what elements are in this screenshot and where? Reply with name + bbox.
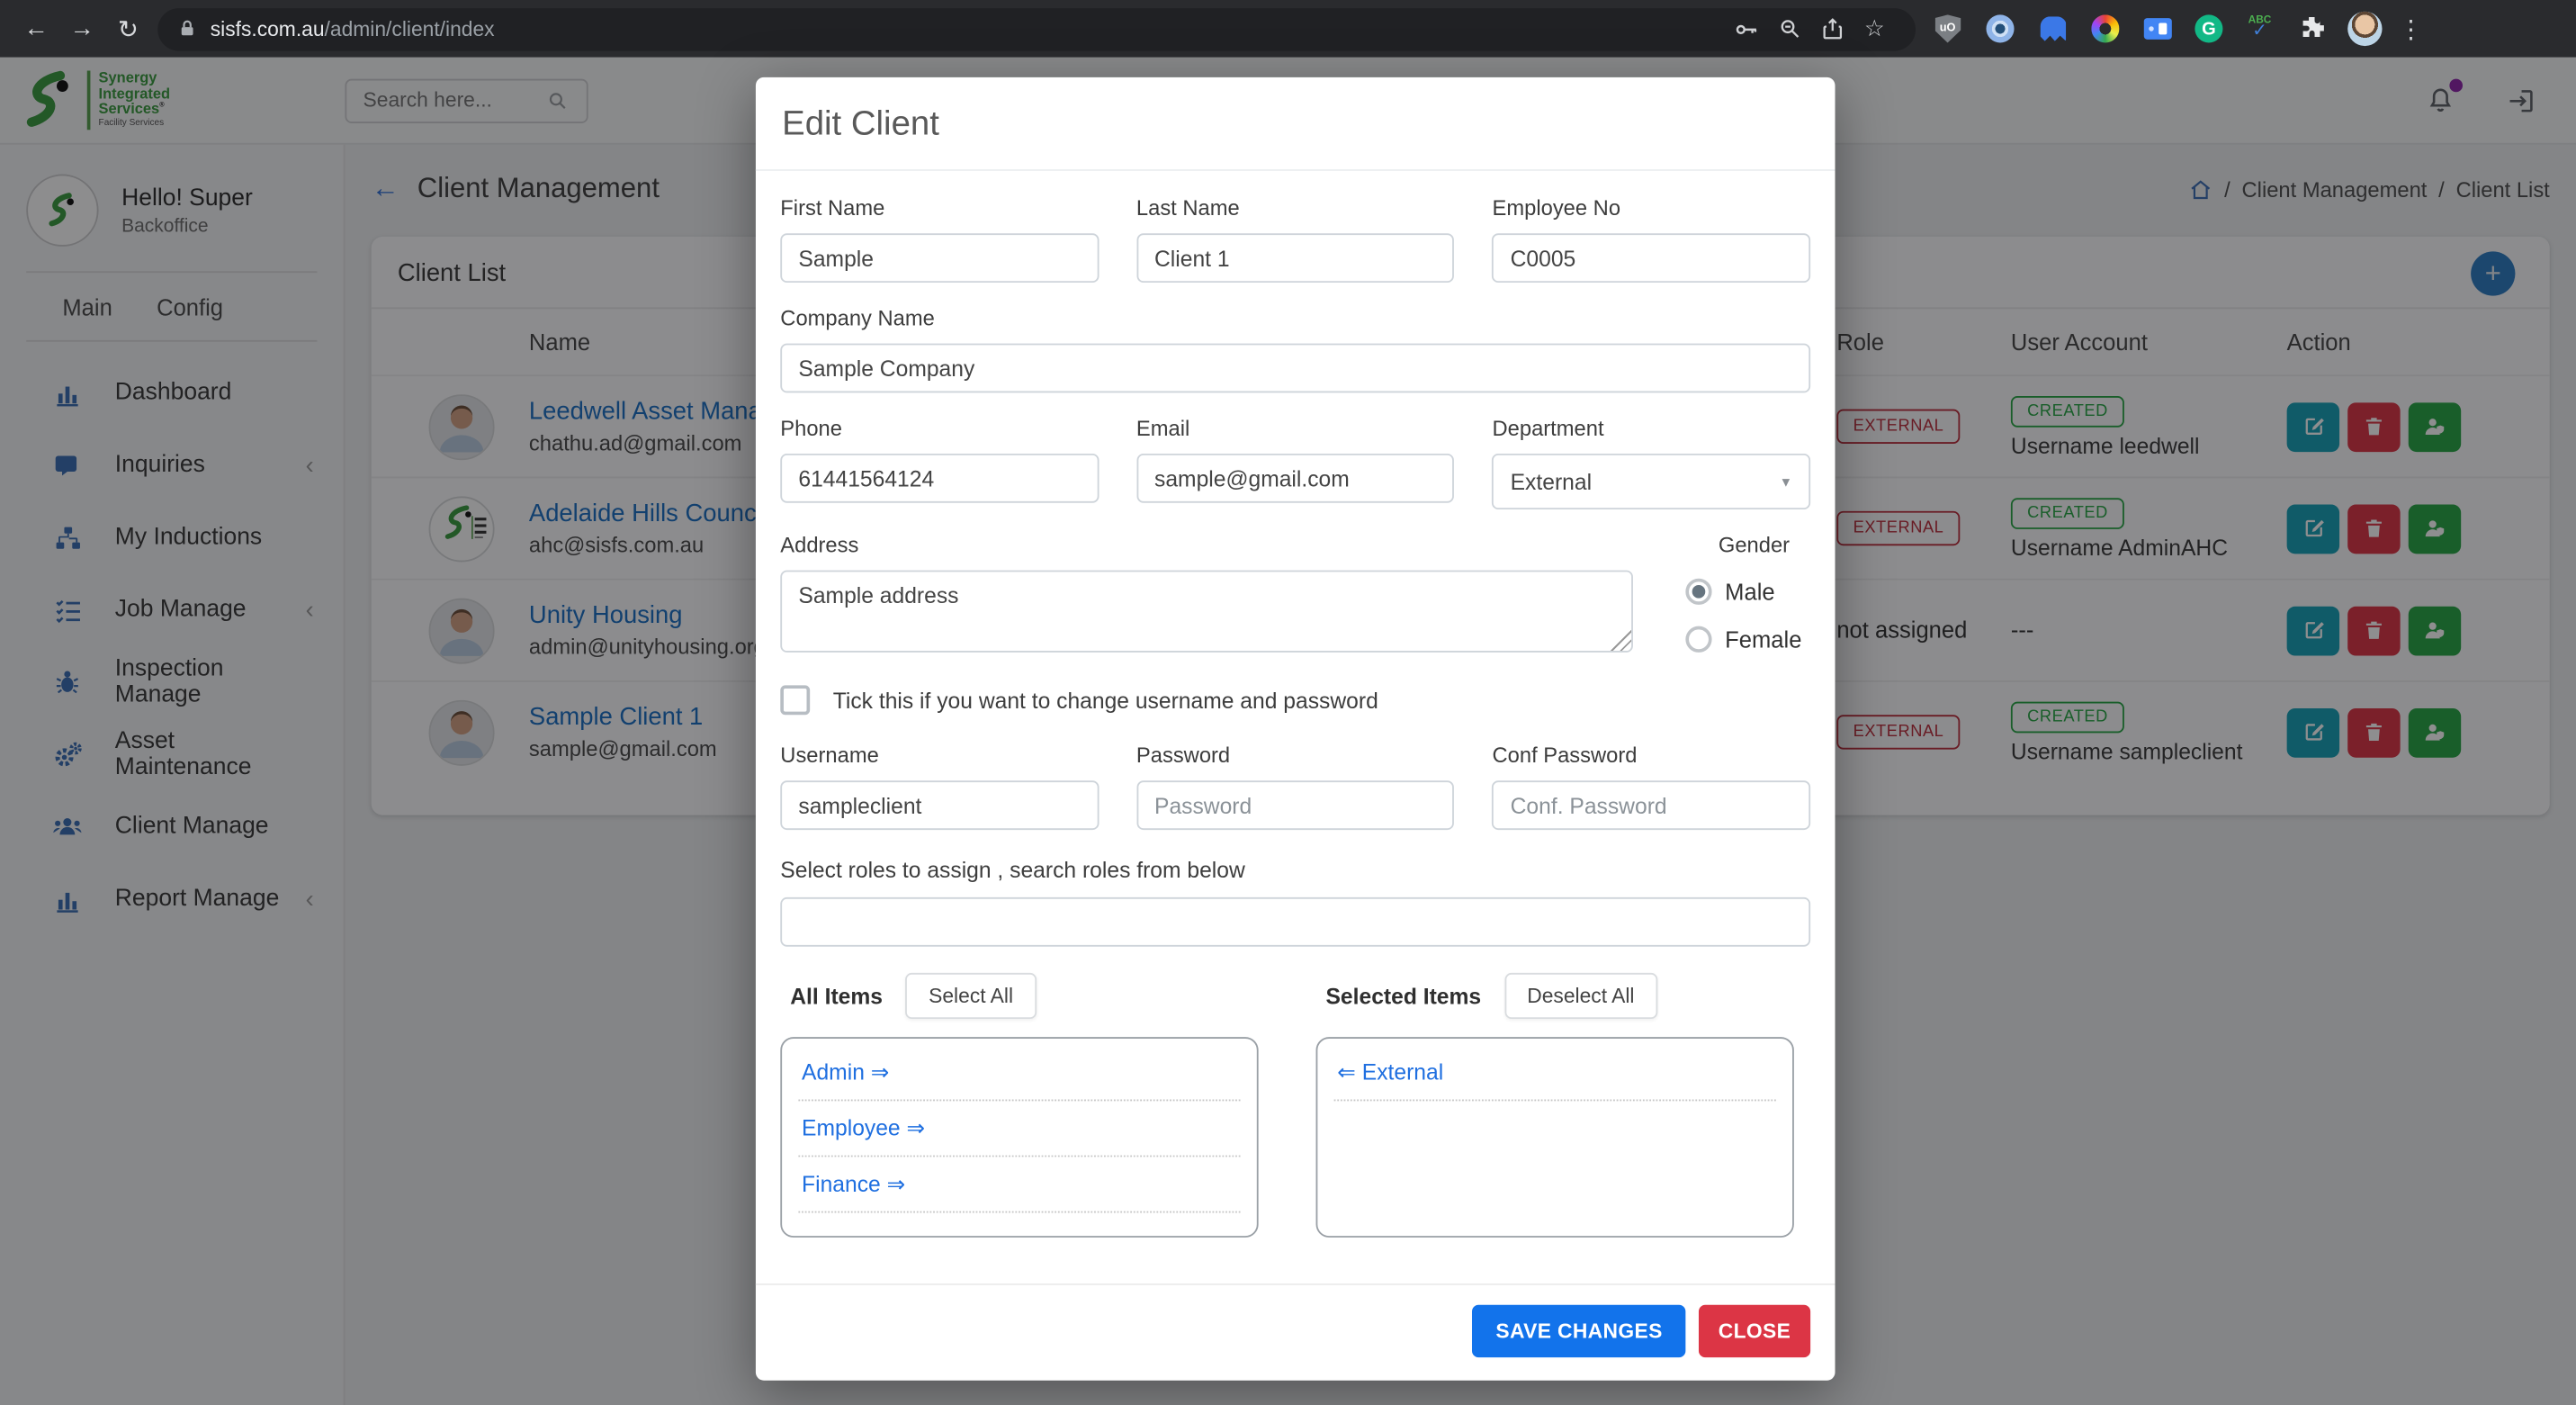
url-host: sisfs.com.au [210, 17, 325, 41]
email-field[interactable] [1135, 453, 1455, 503]
phone-label: Phone [780, 415, 842, 441]
ublock-extension-icon[interactable]: uO [1932, 14, 1963, 45]
spellcheck-extension-icon[interactable]: ABC ✓ [2244, 14, 2275, 45]
male-radio-label: Male [1725, 578, 1775, 605]
select-all-button[interactable]: Select All [905, 972, 1037, 1020]
gender-label: Gender [1718, 532, 1791, 557]
password-label: Password [1135, 743, 1231, 768]
change-credentials-label: Tick this if you want to change username… [832, 688, 1378, 713]
last-name-label: Last Name [1135, 195, 1240, 221]
modal-body: First Name Last Name Employee No Company… [756, 171, 1836, 1283]
zoom-icon[interactable] [1768, 16, 1810, 41]
password-field[interactable] [1135, 780, 1455, 831]
url-path: /admin/client/index [324, 17, 495, 41]
username-label: Username [780, 743, 879, 768]
browser-back-icon[interactable]: ← [13, 14, 59, 42]
department-label: Department [1492, 415, 1604, 441]
screen: ← → ↻ sisfs.com.au/admin/client/index ☆ … [0, 0, 2576, 1405]
female-radio-label: Female [1725, 626, 1802, 653]
modal-footer: SAVE CHANGES CLOSE [755, 1283, 1836, 1381]
department-selected-value: External [1510, 469, 1593, 494]
tag-extension-icon[interactable] [2142, 14, 2174, 45]
employee-no-label: Employee No [1492, 195, 1621, 221]
deselect-all-button[interactable]: Deselect All [1503, 972, 1658, 1020]
female-radio[interactable] [1685, 626, 1712, 653]
phone-field[interactable] [780, 453, 1099, 503]
chevron-down-icon: ▼ [1779, 473, 1793, 490]
available-roles-list: Admin ⇒ Employee ⇒ Finance ⇒ [780, 1037, 1259, 1238]
roles-search-input[interactable] [780, 896, 1811, 947]
browser-profile-avatar[interactable] [2347, 11, 2383, 47]
lock-icon [177, 18, 197, 40]
address-field[interactable]: Sample address [780, 570, 1633, 653]
puzzle-extensions-icon[interactable] [2297, 14, 2329, 45]
selected-items-label: Selected Items [1325, 983, 1482, 1009]
all-items-label: All Items [790, 983, 884, 1009]
lens-extension-icon[interactable] [1985, 14, 2016, 45]
last-name-field[interactable] [1135, 233, 1455, 284]
conf-password-field[interactable] [1492, 780, 1811, 831]
browser-toolbar: ← → ↻ sisfs.com.au/admin/client/index ☆ … [0, 0, 2576, 58]
username-field[interactable] [780, 780, 1099, 831]
role-item-finance[interactable]: Finance ⇒ [798, 1157, 1241, 1213]
department-select[interactable]: External ▼ [1492, 453, 1811, 510]
address-label: Address [780, 532, 859, 557]
employee-no-field[interactable] [1492, 233, 1811, 284]
browser-reload-icon[interactable]: ↻ [105, 14, 151, 43]
modal-title: Edit Client [782, 104, 939, 143]
change-credentials-checkbox[interactable] [780, 685, 811, 716]
role-item-external[interactable]: ⇐ External [1333, 1045, 1776, 1102]
address-bar[interactable]: sisfs.com.au/admin/client/index ☆ [157, 7, 1916, 50]
role-item-admin[interactable]: Admin ⇒ [798, 1045, 1241, 1102]
extensions-row: uO G ABC ✓ [1932, 14, 2328, 45]
company-name-label: Company Name [780, 305, 935, 331]
share-icon[interactable] [1810, 16, 1853, 41]
first-name-label: First Name [780, 195, 885, 221]
password-key-icon[interactable] [1725, 15, 1767, 41]
male-radio[interactable] [1685, 578, 1712, 605]
save-changes-button[interactable]: SAVE CHANGES [1472, 1304, 1686, 1358]
close-button[interactable]: CLOSE [1698, 1304, 1811, 1358]
roles-hint: Select roles to assign , search roles fr… [780, 858, 1245, 883]
modal-header: Edit Client [755, 77, 1836, 171]
conf-password-label: Conf Password [1492, 743, 1638, 768]
email-label: Email [1135, 415, 1190, 441]
bookmark-star-icon[interactable]: ☆ [1853, 14, 1896, 42]
selected-roles-list: ⇐ External [1315, 1037, 1794, 1238]
browser-forward-icon[interactable]: → [59, 14, 105, 42]
browser-menu-icon[interactable]: ⋮ [2399, 14, 2423, 43]
first-name-field[interactable] [780, 233, 1099, 284]
grammarly-extension-icon[interactable]: G [2195, 14, 2223, 43]
company-name-field[interactable] [780, 343, 1811, 393]
colorwheel-extension-icon[interactable] [2090, 14, 2122, 45]
mascot-extension-icon[interactable] [2037, 14, 2069, 45]
edit-client-modal: Edit Client First Name Last Name Employe… [755, 77, 1836, 1381]
role-item-employee[interactable]: Employee ⇒ [798, 1101, 1241, 1157]
